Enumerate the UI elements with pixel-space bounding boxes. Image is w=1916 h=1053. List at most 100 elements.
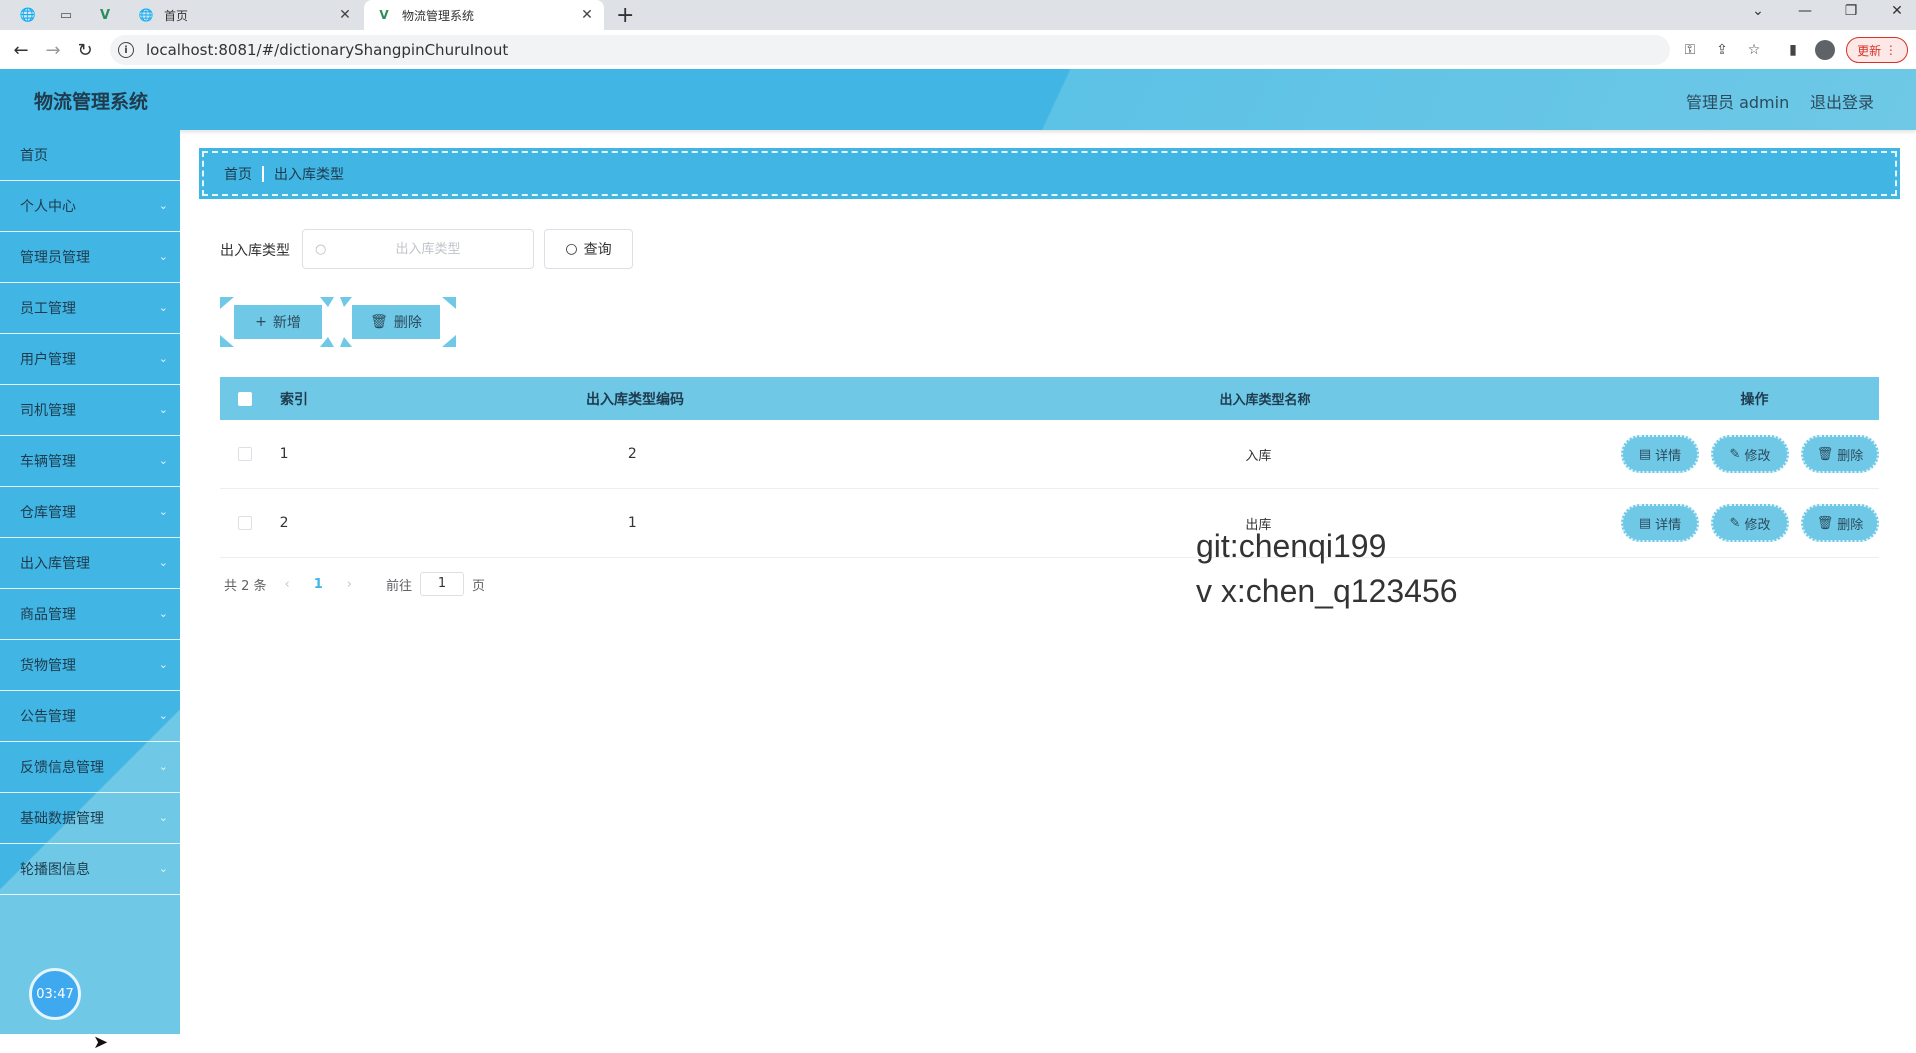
clock-widget: 03:47 <box>29 968 81 1020</box>
update-label: 更新 <box>1857 43 1882 58</box>
detail-button[interactable]: ▤ 详情 <box>1621 435 1699 473</box>
url-text[interactable]: localhost:8081/#/dictionaryShangpinChuru… <box>146 41 508 59</box>
search-field[interactable]: ○ <box>302 229 534 269</box>
sidebar-menu: 首页 个人中心 ⌄ 管理员管理 ⌄ 员工管理 ⌄ 用户管理 ⌄ 司机管理 ⌄ 车辆管理 ⌄ … <box>0 130 180 1053</box>
add-button[interactable]: + 新增 <box>234 305 322 339</box>
tab-search-icon[interactable]: ⌄ <box>1743 3 1773 19</box>
data-table: 索引 出入库类型编码 出入库类型名称 操作 1 2 入库 ▤ 详情 ✎ 修改 🗑 删除… <box>220 377 1879 558</box>
sidebar-item-label: 货物管理 <box>20 658 76 674</box>
cell-index: 2 <box>279 515 289 531</box>
browser-tab-app[interactable]: V 物流管理系统 ✕ <box>364 0 604 30</box>
sidebar-item-users[interactable]: 用户管理 ⌄ <box>0 334 180 385</box>
new-tab-button[interactable]: + <box>616 3 634 28</box>
chevron-down-icon: ⌄ <box>158 709 168 722</box>
logout-link[interactable]: 退出登录 <box>1810 89 1874 113</box>
sidebar-item-admins[interactable]: 管理员管理 ⌄ <box>0 232 180 283</box>
sidebar-item-drivers[interactable]: 司机管理 ⌄ <box>0 385 180 436</box>
globe-icon[interactable]: 🌐 <box>20 7 36 23</box>
add-button-label: 新增 <box>272 315 301 331</box>
key-icon[interactable]: ⚿ <box>1680 40 1700 60</box>
sidebar-item-carousel[interactable]: 轮播图信息 ⌄ <box>0 844 180 895</box>
detail-label: 详情 <box>1655 517 1682 533</box>
forward-button[interactable]: → <box>42 39 64 61</box>
edit-button[interactable]: ✎ 修改 <box>1711 435 1789 473</box>
delete-label: 删除 <box>1837 448 1864 464</box>
sidebar-item-label: 用户管理 <box>20 352 76 368</box>
delete-button[interactable]: 🗑 删除 <box>1801 504 1879 542</box>
restore-button[interactable]: ❐ <box>1836 3 1866 19</box>
search-icon: ○ <box>565 241 578 257</box>
sidebar-item-profile[interactable]: 个人中心 ⌄ <box>0 181 180 232</box>
plus-icon: + <box>255 314 267 330</box>
watermark-line-1: git:chenqi199 <box>1196 528 1387 564</box>
next-page-icon[interactable]: › <box>347 577 352 592</box>
current-page[interactable]: 1 <box>314 577 323 592</box>
omnibox[interactable]: i localhost:8081/#/dictionaryShangpinChu… <box>110 35 1760 65</box>
search-input[interactable] <box>303 230 533 268</box>
chevron-down-icon: ⌄ <box>158 862 168 875</box>
sidebar-item-label: 基础数据管理 <box>20 811 104 827</box>
reload-button[interactable]: ↻ <box>74 39 96 61</box>
window-close-button[interactable]: ✕ <box>1882 3 1912 19</box>
sidebar-item-label: 车辆管理 <box>20 454 76 470</box>
close-tab-icon[interactable]: ✕ <box>336 7 354 23</box>
detail-button[interactable]: ▤ 详情 <box>1621 504 1699 542</box>
sidebar-item-feedback[interactable]: 反馈信息管理 ⌄ <box>0 742 180 793</box>
bookmark-star-icon[interactable]: ☆ <box>1744 40 1764 60</box>
table-row: 2 1 出库 ▤ 详情 ✎ 修改 🗑 删除 <box>220 489 1879 558</box>
batch-delete-button[interactable]: 🗑 删除 <box>352 305 440 339</box>
delete-button[interactable]: 🗑 删除 <box>1801 435 1879 473</box>
prev-page-icon[interactable]: ‹ <box>285 577 290 592</box>
site-info-icon[interactable]: i <box>118 42 134 58</box>
address-bar: ← → ↻ i localhost:8081/#/dictionaryShang… <box>0 30 1916 70</box>
chevron-down-icon: ⌄ <box>158 352 168 365</box>
chevron-down-icon: ⌄ <box>158 607 168 620</box>
row-checkbox[interactable] <box>237 447 252 461</box>
cell-name: 入库 <box>1245 448 1272 464</box>
back-button[interactable]: ← <box>10 39 32 61</box>
close-tab-icon[interactable]: ✕ <box>578 7 596 23</box>
sidebar-item-base-data[interactable]: 基础数据管理 ⌄ <box>0 793 180 844</box>
sidebar-item-products[interactable]: 商品管理 ⌄ <box>0 589 180 640</box>
pagination: 共 2 条 ‹ 1 › 前往 1 页 <box>224 572 485 596</box>
sidebar-item-label: 出入库管理 <box>20 556 90 572</box>
sidebar-item-label: 公告管理 <box>20 709 76 725</box>
breadcrumb-separator <box>262 165 264 182</box>
cell-code: 1 <box>627 515 637 531</box>
minimize-button[interactable]: — <box>1790 3 1820 19</box>
globe-icon: 🌐 <box>138 8 154 22</box>
breadcrumb-home[interactable]: 首页 <box>224 164 252 184</box>
sidebar-item-label: 个人中心 <box>20 199 76 215</box>
chevron-down-icon: ⌄ <box>158 556 168 569</box>
trash-icon: 🗑 <box>1816 515 1834 531</box>
sidebar-item-notices[interactable]: 公告管理 ⌄ <box>0 691 180 742</box>
sidebar-item-warehouses[interactable]: 仓库管理 ⌄ <box>0 487 180 538</box>
select-all-checkbox[interactable] <box>238 391 252 406</box>
goto-page-input[interactable]: 1 <box>420 572 465 596</box>
query-button-label: 查询 <box>583 242 612 258</box>
chevron-down-icon: ⌄ <box>158 301 168 314</box>
sidebar-item-home[interactable]: 首页 <box>0 130 180 181</box>
column-header-code: 出入库类型编码 <box>586 391 684 408</box>
row-checkbox[interactable] <box>237 516 252 530</box>
tab-title: 物流管理系统 <box>402 8 475 23</box>
edit-button[interactable]: ✎ 修改 <box>1711 504 1789 542</box>
sidebar-item-staff[interactable]: 员工管理 ⌄ <box>0 283 180 334</box>
sidebar-item-goods[interactable]: 货物管理 ⌄ <box>0 640 180 691</box>
goto-suffix: 页 <box>472 578 486 594</box>
sidebar-item-inout[interactable]: 出入库管理 ⌄ <box>0 538 180 589</box>
document-icon: ▤ <box>1638 446 1652 462</box>
blank-page-icon[interactable]: ▭ <box>58 7 74 23</box>
browser-tab-home[interactable]: 🌐 首页 ✕ <box>126 0 362 30</box>
search-icon: ○ <box>315 242 327 257</box>
vue-logo-icon[interactable]: V <box>97 7 113 23</box>
query-button[interactable]: ○ 查询 <box>544 229 633 269</box>
chevron-down-icon: ⌄ <box>158 811 168 824</box>
breadcrumb-current: 出入库类型 <box>274 166 344 183</box>
side-panel-icon[interactable]: ▮ <box>1783 40 1803 60</box>
share-icon[interactable]: ⇪ <box>1712 40 1732 60</box>
sidebar-item-vehicles[interactable]: 车辆管理 ⌄ <box>0 436 180 487</box>
profile-avatar[interactable] <box>1815 40 1835 60</box>
chrome-update-button[interactable]: 更新 ⋮ <box>1846 37 1908 63</box>
mouse-cursor-icon: ➤ <box>93 1032 109 1053</box>
